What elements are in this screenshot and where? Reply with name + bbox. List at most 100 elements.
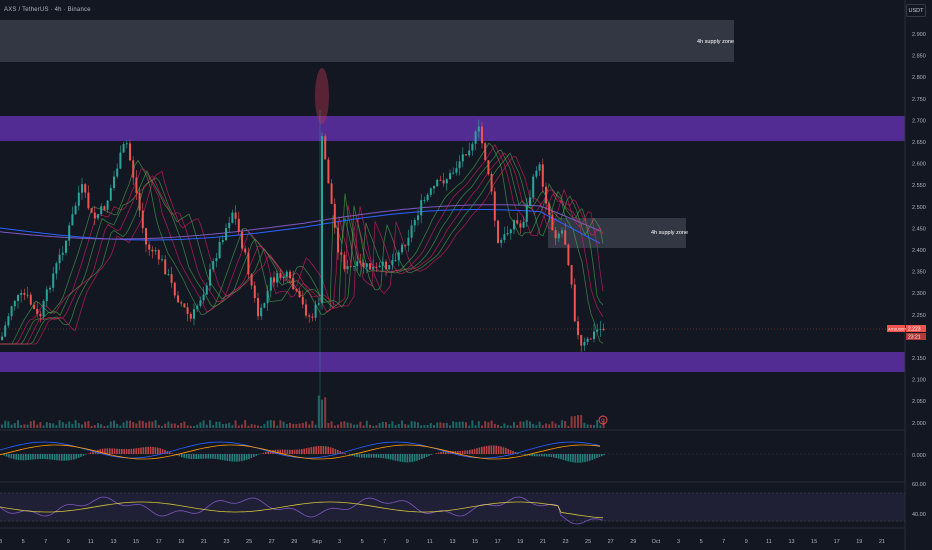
candle-body [426, 194, 429, 201]
candle-body [116, 168, 119, 177]
chart-title: AXS / TetherUS · 4h · Binance [4, 7, 91, 13]
macd-histogram-bar [219, 454, 221, 460]
macd-histogram-bar [461, 450, 464, 454]
volume-bar [209, 420, 211, 428]
volume-bar [385, 422, 387, 428]
macd-histogram-bar [109, 448, 111, 454]
time-tick: 29 [630, 539, 636, 545]
candle-body [449, 173, 451, 180]
volume-bar [263, 424, 266, 428]
volume-bar [586, 424, 589, 428]
macd-histogram-bar [593, 454, 596, 459]
candle-body [186, 307, 189, 314]
macd-histogram-bar [296, 449, 298, 454]
time-tick: 13 [110, 539, 116, 545]
price-tick: 2.800 [912, 75, 926, 81]
macd-histogram-bar [169, 452, 171, 454]
macd-histogram-bar [416, 454, 418, 461]
macd-histogram-bar [245, 454, 248, 460]
candle-body [577, 321, 579, 336]
candle-body [410, 225, 413, 238]
wick-highlight [315, 68, 329, 124]
candle-body [375, 267, 378, 268]
currency-button[interactable]: USDT [906, 4, 926, 17]
candle-body [282, 276, 285, 279]
candle-body [135, 177, 138, 193]
volume-bar [356, 424, 359, 428]
volume-bar [573, 416, 576, 428]
macd-histogram-bar [41, 454, 44, 459]
candle-body [209, 269, 211, 286]
volume-bar [154, 420, 157, 428]
candle-body [305, 304, 307, 316]
candle-body [365, 263, 368, 268]
time-tick: 9 [406, 539, 409, 545]
macd-histogram-bar [253, 454, 255, 457]
macd-histogram-bar [589, 454, 591, 461]
volume-bar [513, 422, 515, 428]
price-axis[interactable]: 2.900 2.850 2.800 2.750 2.700 2.650 2.600 2.550… [912, 32, 926, 427]
volume-bar [273, 420, 275, 428]
candle-body [397, 252, 400, 260]
volume-bar [266, 420, 269, 428]
ema-ribbon-line [0, 149, 604, 345]
candle-body [196, 305, 199, 310]
macd-histogram-bar [322, 446, 325, 454]
macd-histogram-bar [56, 454, 58, 461]
macd-histogram-bar [574, 454, 577, 463]
volume-bar [359, 421, 362, 428]
time-tick: 5 [22, 539, 25, 545]
candle-body [538, 164, 541, 171]
macd-histogram-bar [601, 454, 603, 457]
time-tick: 9 [67, 539, 70, 545]
macd-histogram-bar [154, 447, 157, 454]
volume-bar [97, 423, 99, 428]
macd-histogram-bar [140, 447, 142, 454]
candle-body [599, 328, 602, 330]
macd-histogram-bar [181, 454, 183, 458]
macd-histogram-bar [409, 454, 411, 463]
macd-histogram-bar [385, 454, 387, 459]
volume-bar [109, 421, 112, 428]
candle-body [484, 143, 487, 161]
candle-body [337, 227, 339, 253]
macd-histogram-bar [507, 449, 509, 454]
upper-supply-zone [0, 20, 734, 62]
volume-bar [314, 424, 317, 428]
time-tick: 7 [383, 539, 386, 545]
candle-body [586, 338, 589, 343]
candle-body [314, 304, 317, 318]
time-tick: 23 [562, 539, 568, 545]
macd-histogram-bar [543, 454, 545, 457]
candle-body [103, 206, 106, 210]
macd-histogram-bar [505, 448, 507, 454]
macd-histogram-bar [305, 448, 308, 454]
candle-body [593, 331, 595, 339]
time-axis[interactable]: 3 5 7 9 11 13 15 17 19 21 23 25 27 29 Sep 3 5 7 9 11 13 15 17 1… [0, 539, 885, 545]
volume-bar [141, 421, 144, 428]
candle-body [81, 184, 83, 193]
volume-bar [570, 416, 573, 428]
candle-body [202, 294, 205, 301]
macd-histogram-bar [123, 449, 125, 454]
macd-histogram-bar [531, 454, 533, 457]
macd-histogram-bar [197, 454, 200, 459]
volume-bar [449, 425, 451, 428]
volume-bar [39, 422, 42, 428]
volume-bar [7, 421, 10, 428]
alert-icon[interactable]: ⟳ [598, 415, 608, 425]
time-tick: 15 [472, 539, 478, 545]
macd-histogram-bar [581, 454, 584, 463]
candle-body [298, 290, 301, 298]
macd-histogram-bar [373, 454, 375, 458]
candle-body [218, 241, 221, 259]
candle-body [129, 143, 131, 161]
volume-bar [337, 424, 339, 428]
candle-body [420, 200, 423, 216]
macd-histogram-bar [106, 448, 109, 454]
macd-histogram-bar [202, 454, 205, 459]
candle-body [45, 289, 48, 302]
macd-histogram-bar [425, 454, 428, 457]
macd-histogram-bar [34, 454, 37, 460]
chart-canvas[interactable]: 4h supply zone 4h supply zone 2.900 2.850… [0, 0, 932, 550]
